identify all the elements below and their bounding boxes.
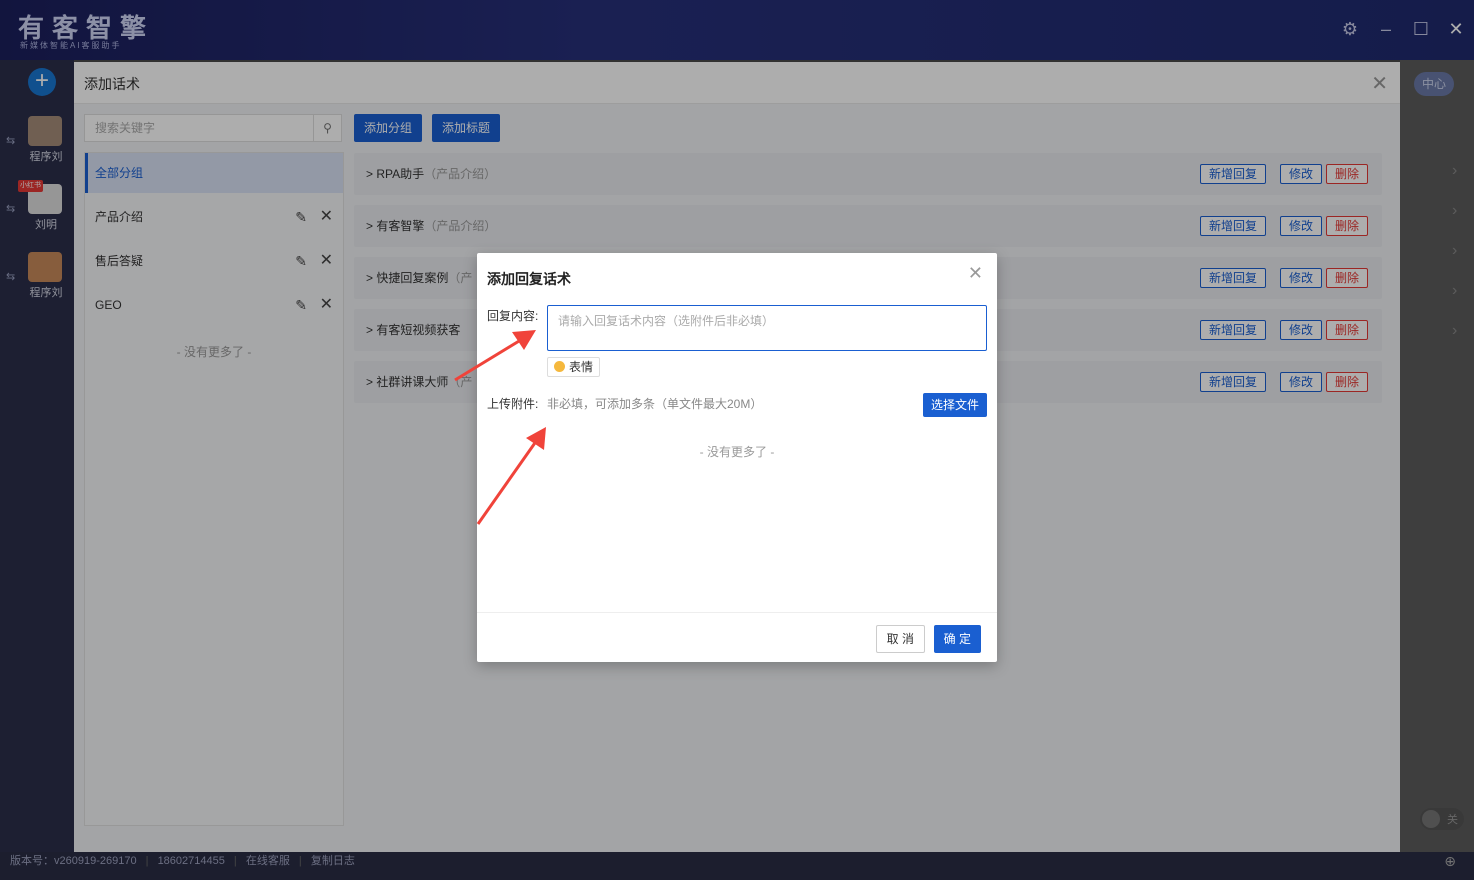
arrow-icon <box>454 330 536 382</box>
arrow-icon <box>476 427 546 525</box>
annotation-arrows <box>454 330 546 525</box>
